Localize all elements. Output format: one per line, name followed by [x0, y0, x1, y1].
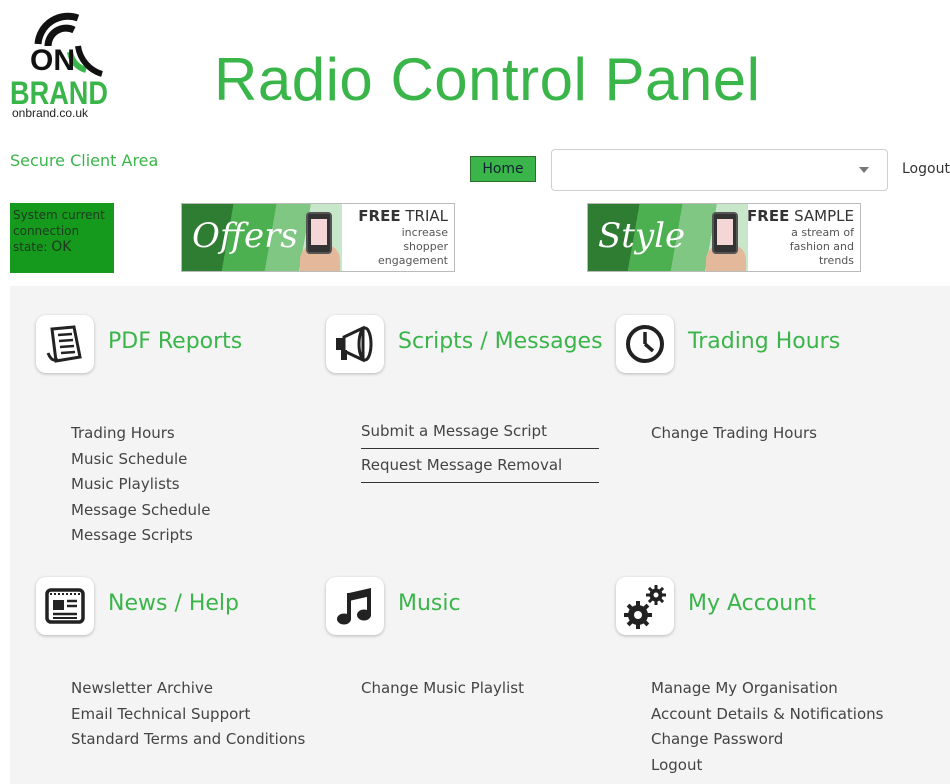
link-change-music-playlist[interactable]: Change Music Playlist	[361, 676, 524, 702]
section-title: Scripts / Messages	[398, 329, 603, 354]
section-links: Change Trading Hours	[651, 421, 817, 447]
link-newsletter-archive[interactable]: Newsletter Archive	[71, 676, 305, 702]
banner-line: shopper	[403, 240, 448, 253]
site-select[interactable]	[551, 149, 888, 191]
section-links: Newsletter Archive Email Technical Suppo…	[71, 676, 305, 753]
document-icon	[36, 315, 94, 373]
secure-area-label: Secure Client Area	[10, 151, 159, 170]
banner-text: FREE TRIAL increase shopper engagement	[358, 206, 448, 268]
banner-head-rest: TRIAL	[400, 207, 448, 225]
newspaper-icon	[36, 577, 94, 635]
banner-line: a stream of	[791, 226, 854, 239]
banner-line: trends	[818, 254, 854, 267]
banner-head-bold: FREE	[747, 207, 790, 225]
section-title: PDF Reports	[108, 329, 243, 354]
link-change-password[interactable]: Change Password	[651, 727, 883, 753]
link-trading-hours-report[interactable]: Trading Hours	[71, 421, 210, 447]
banner-line: engagement	[378, 254, 448, 267]
section-links: Trading Hours Music Schedule Music Playl…	[71, 421, 210, 549]
section-links: Submit a Message Script Request Message …	[361, 415, 599, 483]
section-links: Change Music Playlist	[361, 676, 524, 702]
caret-down-icon	[859, 167, 869, 173]
link-logout[interactable]: Logout	[651, 753, 883, 779]
logo-line1: ON	[30, 44, 75, 77]
section-title: Trading Hours	[688, 329, 841, 354]
section-title: News / Help	[108, 591, 240, 616]
connection-state: OK	[51, 239, 72, 255]
connection-status-box: System current connection state: OK	[10, 203, 114, 273]
logo-line2: BRAND	[10, 75, 108, 108]
banner-word: Offers	[192, 216, 298, 256]
link-message-scripts[interactable]: Message Scripts	[71, 523, 210, 549]
phone-icon	[306, 212, 332, 254]
banner-word: Style	[598, 216, 686, 256]
link-music-schedule[interactable]: Music Schedule	[71, 447, 210, 473]
logo-subtext: onbrand.co.uk	[12, 106, 89, 120]
link-request-message-removal[interactable]: Request Message Removal	[361, 449, 599, 483]
banner-line: increase	[401, 226, 448, 239]
banner-text: FREE SAMPLE a stream of fashion and tren…	[747, 206, 854, 268]
phone-icon	[712, 212, 738, 254]
clock-icon	[616, 315, 674, 373]
music-note-icon	[326, 577, 384, 635]
link-email-technical-support[interactable]: Email Technical Support	[71, 702, 305, 728]
radio-waves-icon: ON BRAND	[10, 12, 108, 111]
offers-banner[interactable]: Offers FREE TRIAL increase shopper engag…	[181, 203, 455, 272]
megaphone-icon	[326, 315, 384, 373]
section-links: Manage My Organisation Account Details &…	[651, 676, 883, 778]
gears-icon	[616, 577, 674, 635]
link-standard-terms[interactable]: Standard Terms and Conditions	[71, 727, 305, 753]
link-message-schedule[interactable]: Message Schedule	[71, 498, 210, 524]
banner-line: fashion and	[789, 240, 854, 253]
style-banner[interactable]: Style FREE SAMPLE a stream of fashion an…	[587, 203, 861, 272]
page-title: Radio Control Panel	[214, 46, 761, 113]
banner-head-bold: FREE	[358, 207, 401, 225]
section-title: Music	[398, 591, 461, 616]
link-account-details[interactable]: Account Details & Notifications	[651, 702, 883, 728]
logout-link[interactable]: Logout	[902, 161, 950, 177]
link-manage-organisation[interactable]: Manage My Organisation	[651, 676, 883, 702]
home-button[interactable]: Home	[470, 156, 536, 182]
section-title: My Account	[688, 591, 816, 616]
link-music-playlists[interactable]: Music Playlists	[71, 472, 210, 498]
link-change-trading-hours[interactable]: Change Trading Hours	[651, 421, 817, 447]
banner-head-rest: SAMPLE	[789, 207, 854, 225]
link-submit-message-script[interactable]: Submit a Message Script	[361, 415, 599, 449]
